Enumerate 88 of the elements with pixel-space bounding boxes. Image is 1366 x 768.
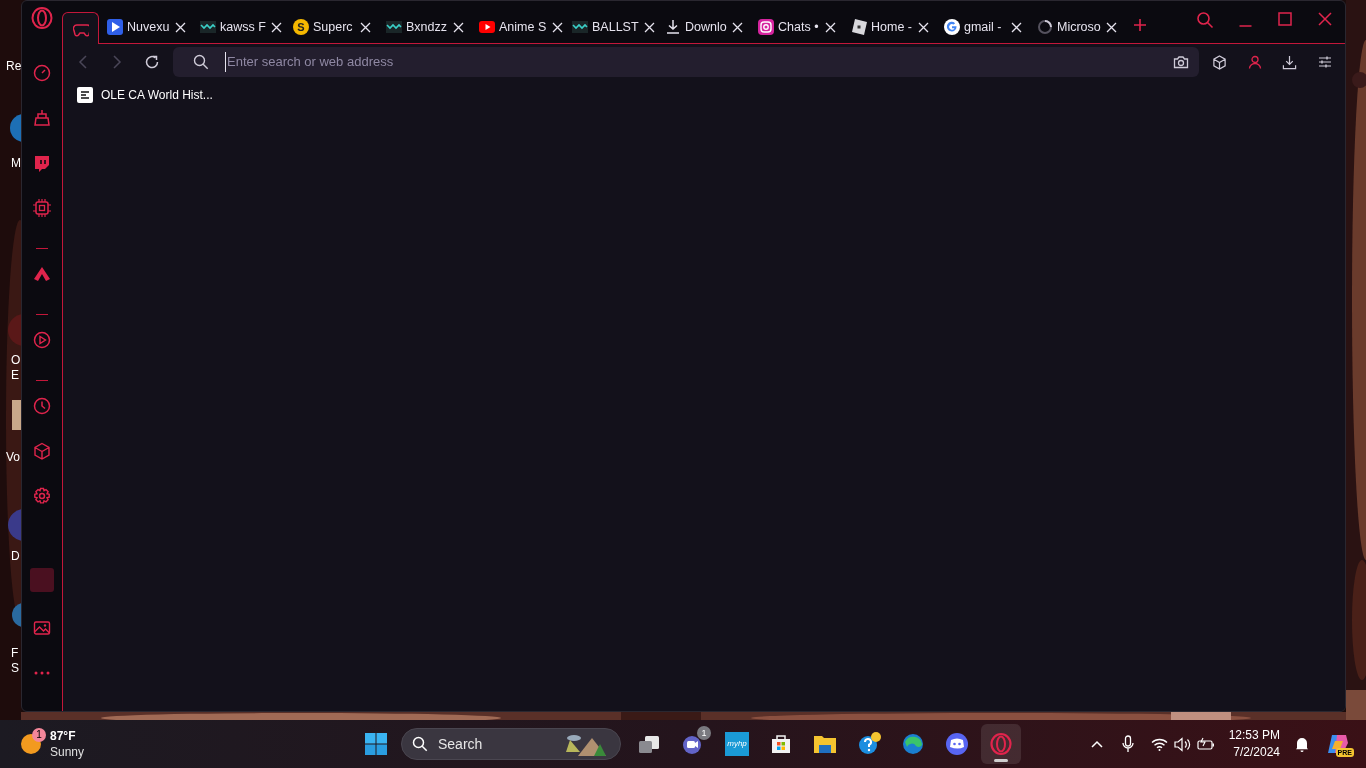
speedometer-icon xyxy=(33,64,51,82)
address-field[interactable]: Enter search or web address xyxy=(225,52,1173,72)
clock[interactable]: 12:53 PM 7/2/2024 xyxy=(1220,727,1288,761)
settings-icon xyxy=(33,487,51,505)
browser-tab[interactable]: S Superc xyxy=(285,11,378,43)
active-indicator xyxy=(994,759,1008,762)
microphone-icon xyxy=(1121,735,1134,753)
play-circle-icon xyxy=(33,331,51,349)
address-bar[interactable]: Enter search or web address xyxy=(173,47,1199,77)
camera-icon[interactable] xyxy=(1173,55,1189,69)
minimize-icon xyxy=(1238,25,1252,27)
more-icon xyxy=(33,671,51,675)
tab-logo: S xyxy=(293,19,309,35)
temperature: 87°F xyxy=(50,728,77,744)
close-tab-icon[interactable] xyxy=(173,20,188,34)
close-icon xyxy=(1317,11,1333,27)
download-icon xyxy=(1282,54,1297,70)
search-icon xyxy=(193,54,209,70)
download-icon xyxy=(665,19,681,35)
shopping-bag-icon xyxy=(769,732,793,756)
browser-tab[interactable]: Home - xyxy=(843,11,936,43)
close-tab-icon[interactable] xyxy=(916,20,930,34)
camera-logo-icon xyxy=(758,19,774,35)
twitch-icon xyxy=(33,154,51,172)
cube-icon xyxy=(33,442,51,460)
browser-tab[interactable]: BALLST xyxy=(564,11,657,43)
taskbar-app[interactable] xyxy=(981,724,1021,764)
wave-icon xyxy=(386,19,402,35)
broom-icon xyxy=(33,109,51,127)
wave-icon xyxy=(200,19,216,35)
plus-icon xyxy=(1133,18,1147,32)
person-icon xyxy=(1247,55,1262,69)
wave-icon xyxy=(572,19,588,35)
chevron-up-icon xyxy=(1090,740,1103,748)
play-icon xyxy=(107,19,123,35)
bell-icon xyxy=(1295,736,1309,752)
maximize-icon xyxy=(1277,11,1293,27)
volume-icon xyxy=(1173,736,1191,752)
g-logo-icon xyxy=(944,19,960,35)
wave-logo-icon xyxy=(901,732,925,756)
battery-icon xyxy=(1196,737,1215,751)
document-icon xyxy=(77,87,93,103)
browser-tab[interactable] xyxy=(62,12,99,44)
reload-icon xyxy=(144,54,160,70)
bookmark[interactable]: OLE CA World Hist... xyxy=(77,86,213,104)
help-icon xyxy=(857,732,881,756)
copilot-logo-icon xyxy=(1326,733,1350,755)
weather-condition: Sunny xyxy=(50,744,85,760)
clock-icon xyxy=(33,397,51,415)
chat-bubble-icon xyxy=(945,732,969,756)
browser-tab[interactable]: Downlo xyxy=(657,11,750,43)
sidebar-tile[interactable] xyxy=(30,568,54,592)
loading-icon xyxy=(1037,19,1053,35)
close-tab-icon[interactable] xyxy=(1104,20,1119,34)
taskbar-app[interactable]: 1 xyxy=(673,724,713,764)
browser-tab[interactable]: Anime S xyxy=(471,11,564,43)
back-icon xyxy=(78,55,88,69)
close-tab-icon[interactable] xyxy=(358,20,372,34)
close-tab-icon[interactable] xyxy=(823,20,837,34)
close-tab-icon[interactable] xyxy=(550,20,565,34)
triangle-logo-icon xyxy=(33,265,51,283)
search-icon xyxy=(412,736,428,752)
app-logo: myhp xyxy=(725,732,749,756)
browser-tab[interactable]: Microso xyxy=(1029,11,1122,43)
wifi-icon xyxy=(1150,737,1168,751)
ring-logo-icon xyxy=(989,732,1013,756)
notification-badge: 1 xyxy=(697,726,711,740)
search-icon xyxy=(1196,11,1214,29)
cube-icon xyxy=(1212,54,1227,70)
close-tab-icon[interactable] xyxy=(451,20,465,34)
notification-badge: 1 xyxy=(32,728,46,742)
image-icon xyxy=(33,619,51,637)
browser-tab[interactable]: Bxndzz xyxy=(378,11,471,43)
windows-logo-icon xyxy=(364,732,388,756)
chip-icon xyxy=(33,199,51,217)
browser-tab[interactable]: Chats • xyxy=(750,11,843,43)
forward-icon xyxy=(112,55,122,69)
taskbar-search[interactable]: Search xyxy=(401,728,621,760)
close-tab-icon[interactable] xyxy=(1009,20,1023,34)
browser-tab[interactable]: Nuvexu xyxy=(99,11,192,43)
browser-tab[interactable]: gmail - xyxy=(936,11,1029,43)
video-play-icon xyxy=(479,19,495,35)
browser-tab[interactable]: kawss F xyxy=(192,11,285,43)
settings-icon xyxy=(1317,55,1332,69)
opera-logo-icon[interactable] xyxy=(31,7,53,29)
close-tab-icon[interactable] xyxy=(642,20,657,34)
close-tab-icon[interactable] xyxy=(269,20,284,34)
close-tab-icon[interactable] xyxy=(730,20,745,34)
